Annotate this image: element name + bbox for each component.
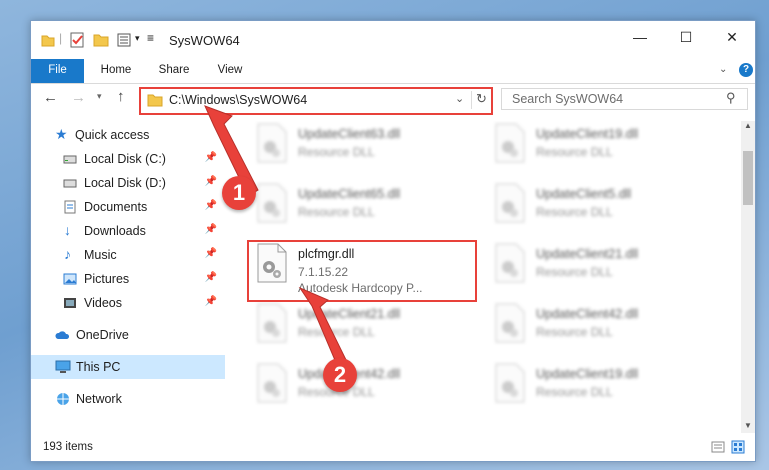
annotation-arrows	[204, 105, 351, 373]
step-badge-1: 1	[222, 176, 256, 210]
step-badge-2: 2	[323, 358, 357, 392]
